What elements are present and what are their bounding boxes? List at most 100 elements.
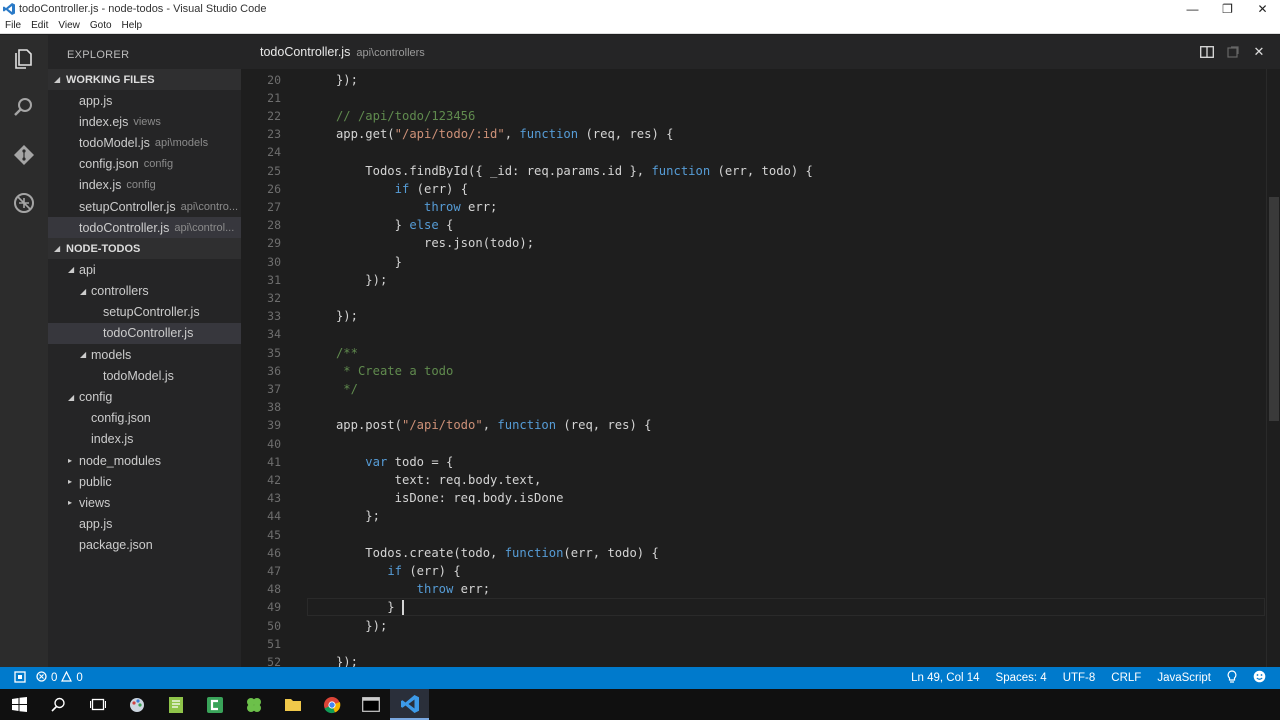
code-line[interactable]: 44 }; [241,507,1266,525]
code-line[interactable]: 47 if (err) { [241,562,1266,580]
split-editor-icon[interactable] [1196,41,1218,63]
notepad-plus-icon[interactable] [156,689,195,720]
open-changes-icon[interactable] [1222,41,1244,63]
code-line[interactable]: 24 [241,143,1266,161]
code-line[interactable]: 32 [241,289,1266,307]
code-line[interactable]: 41 var todo = { [241,453,1266,471]
working-file-item[interactable]: todoModel.js api\models [48,132,241,153]
tree-item[interactable]: ◢ controllers [48,281,241,302]
paint-icon[interactable] [117,689,156,720]
code-line[interactable]: 38 [241,398,1266,416]
working-file-item[interactable]: app.js [48,90,241,111]
code-line[interactable]: 30 } [241,253,1266,271]
indentation[interactable]: Spaces: 4 [996,672,1047,684]
debug-icon[interactable] [0,179,48,227]
explorer-icon[interactable] [0,35,48,83]
tree-item[interactable]: setupController.js [48,302,241,323]
windows-start-icon[interactable] [0,689,39,720]
code-line[interactable]: 45 [241,526,1266,544]
code-line[interactable]: 29 res.json(todo); [241,234,1266,252]
working-file-item[interactable]: index.js config [48,175,241,196]
task-view-icon[interactable] [78,689,117,720]
code-line[interactable]: 25 Todos.findById({ _id: req.params.id }… [241,162,1266,180]
working-file-item[interactable]: todoController.js api\control... [48,217,241,239]
code-line[interactable]: 43 isDone: req.body.isDone [241,489,1266,507]
code-line[interactable]: 48 throw err; [241,580,1266,598]
tree-item[interactable]: package.json [48,535,241,556]
code-line[interactable]: 26 if (err) { [241,180,1266,198]
code-line[interactable]: 50 }); [241,617,1266,635]
menu-goto[interactable]: Goto [85,20,117,31]
code-line[interactable]: 22 // /api/todo/123456 [241,107,1266,125]
line-number: 33 [267,309,281,324]
tree-item[interactable]: ◢ models [48,344,241,365]
code-line[interactable]: 31 }); [241,271,1266,289]
editor-scrollbar[interactable] [1266,69,1280,667]
code-editor[interactable]: 20 }); 21 22 // /api/todo/123456 23 app.get… [241,69,1266,667]
code-line[interactable]: 34 [241,325,1266,343]
restore-button[interactable]: ❐ [1210,0,1245,18]
tree-item[interactable]: ▸ node_modules [48,450,241,471]
line-number: 22 [267,108,281,123]
line-ending[interactable]: CRLF [1111,672,1141,684]
working-files-section[interactable]: ◢ WORKING FILES [48,69,241,90]
cursor-position[interactable]: Ln 49, Col 14 [911,672,979,684]
tree-item[interactable]: todoController.js [48,322,241,345]
encoding[interactable]: UTF-8 [1063,672,1096,684]
code-line[interactable]: 27 throw err; [241,198,1266,216]
tree-item[interactable]: ▸ views [48,492,241,513]
menu-view[interactable]: View [53,20,85,31]
scrollbar-thumb[interactable] [1269,197,1279,421]
tree-item[interactable]: config.json [48,408,241,429]
tree-item[interactable]: todoModel.js [48,365,241,386]
terminal-icon[interactable] [351,689,390,720]
feedback-icon[interactable] [14,670,26,686]
lightbulb-icon[interactable] [1227,669,1237,687]
errors-indicator[interactable]: 0 0 [36,670,83,685]
code-line[interactable]: 28 } else { [241,216,1266,234]
menu-edit[interactable]: Edit [26,20,53,31]
code-line[interactable]: 33 }); [241,307,1266,325]
code-line[interactable]: 42 text: req.body.text, [241,471,1266,489]
code-line[interactable]: 40 [241,435,1266,453]
code-line[interactable]: 21 [241,89,1266,107]
code-line[interactable]: 52 }); [241,653,1266,667]
tree-item[interactable]: ▸ public [48,471,241,492]
working-file-item[interactable]: setupController.js api\contro... [48,196,241,217]
code-line[interactable]: 20 }); [241,71,1266,89]
code-line[interactable]: 39 app.post("/api/todo", function (req, … [241,416,1266,434]
camtasia-icon[interactable] [195,689,234,720]
search-icon[interactable] [0,83,48,131]
menu-file[interactable]: File [0,20,26,31]
tree-item[interactable]: app.js [48,514,241,535]
code-token: // /api/todo/123456 [306,108,476,123]
code-line[interactable]: 49 } [241,598,1266,616]
tree-item[interactable]: ◢ config [48,386,241,407]
clover-icon[interactable] [234,689,273,720]
code-line[interactable]: 36 * Create a todo [241,362,1266,380]
project-section[interactable]: ◢ NODE-TODOS [48,238,241,260]
close-tab-icon[interactable]: ✕ [1248,41,1270,63]
code-line[interactable]: 51 [241,635,1266,653]
folder-icon[interactable] [273,689,312,720]
chrome-icon[interactable] [312,689,351,720]
code-line[interactable]: 37 */ [241,380,1266,398]
tree-item[interactable]: index.js [48,429,241,450]
git-icon[interactable] [0,131,48,179]
chevron-right-icon: ▸ [68,477,73,487]
minimize-button[interactable]: — [1175,0,1210,18]
tree-item[interactable]: ◢ api [48,259,241,280]
code-line[interactable]: 35 /** [241,344,1266,362]
code-line[interactable]: 46 Todos.create(todo, function(err, todo… [241,544,1266,562]
language-mode[interactable]: JavaScript [1157,672,1211,684]
tree-item-label: todoModel.js [103,368,174,383]
smiley-icon[interactable] [1253,670,1266,686]
vscode-icon[interactable] [390,689,429,720]
working-file-item[interactable]: config.json config [48,154,241,175]
working-file-item[interactable]: index.ejs views [48,111,241,132]
close-window-button[interactable]: ✕ [1245,0,1280,18]
search-icon[interactable] [39,689,78,720]
code-line[interactable]: 23 app.get("/api/todo/:id", function (re… [241,125,1266,143]
tab-todocontroller[interactable]: todoController.js api\controllers [241,45,425,59]
menu-help[interactable]: Help [117,20,148,31]
